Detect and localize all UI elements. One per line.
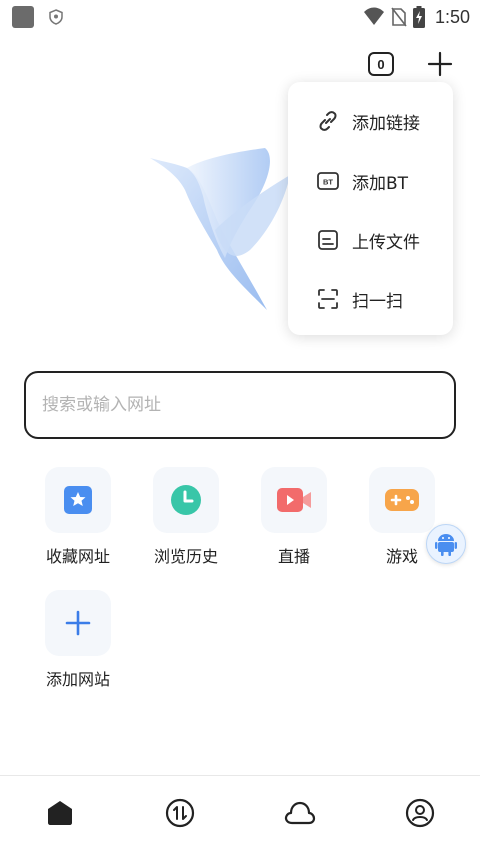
cloud-icon: [284, 801, 316, 825]
home-icon: [48, 801, 72, 825]
quick-link-label: 收藏网址: [45, 547, 110, 566]
quick-link-label: 直播: [277, 547, 310, 566]
android-icon: [435, 534, 457, 556]
quick-link-bookmarks[interactable]: 收藏网址: [33, 467, 123, 567]
menu-item-label: 扫一扫: [352, 291, 403, 312]
wifi-icon: [363, 7, 384, 25]
add-menu-popup: 添加链接 BT 添加BT 上传文件 扫一扫: [288, 82, 453, 335]
quick-link-icon-bg: [261, 467, 327, 533]
battery-charging-icon: [412, 6, 425, 28]
status-bar: 1:50: [0, 0, 480, 34]
bt-badge-text: BT: [323, 178, 333, 187]
add-plus-icon[interactable]: [426, 50, 454, 78]
quick-link-live[interactable]: 直播: [249, 467, 339, 567]
quick-link-add-site[interactable]: 添加网站: [33, 590, 123, 690]
bottom-nav-divider: [0, 775, 480, 776]
quick-link-icon-bg: [45, 590, 111, 656]
quick-link-history[interactable]: 浏览历史: [141, 467, 231, 567]
quick-link-label: 添加网站: [45, 670, 110, 689]
menu-item-label: 添加BT: [352, 173, 409, 194]
bookmark-star-icon: [64, 486, 92, 514]
search-input[interactable]: [42, 395, 422, 415]
shield-icon: [49, 9, 63, 25]
notification-app-icon: [12, 6, 34, 28]
video-icon: [277, 488, 311, 512]
nav-profile[interactable]: [404, 797, 436, 829]
quick-link-icon-bg: [153, 467, 219, 533]
menu-item-label: 上传文件: [352, 232, 420, 253]
menu-item-label: 添加链接: [352, 113, 420, 134]
plus-icon: [65, 610, 91, 636]
menu-item-upload-file[interactable]: 上传文件: [288, 211, 453, 269]
menu-item-add-bt[interactable]: BT 添加BT: [288, 152, 453, 210]
clock-icon: [171, 485, 201, 515]
quick-link-icon-bg: [369, 467, 435, 533]
file-icon: [316, 228, 340, 252]
gamepad-icon: [385, 489, 419, 511]
profile-icon: [405, 798, 435, 828]
search-box[interactable]: [24, 371, 456, 439]
tab-count-button[interactable]: 0: [368, 52, 394, 76]
nav-cloud[interactable]: [284, 797, 316, 829]
floating-assistant-button[interactable]: [426, 524, 466, 564]
menu-item-scan[interactable]: 扫一扫: [288, 270, 453, 328]
bt-icon: BT: [316, 169, 340, 193]
transfer-icon: [165, 798, 195, 828]
menu-item-add-link[interactable]: 添加链接: [288, 92, 453, 150]
link-icon: [316, 109, 340, 133]
nav-transfer[interactable]: [164, 797, 196, 829]
quick-link-label: 浏览历史: [153, 547, 218, 566]
no-sim-icon: [391, 7, 407, 27]
tab-count-value: 0: [377, 56, 385, 72]
nav-home[interactable]: [44, 797, 76, 829]
status-time: 1:50: [434, 6, 470, 27]
quick-link-icon-bg: [45, 467, 111, 533]
scan-icon: [316, 287, 340, 311]
